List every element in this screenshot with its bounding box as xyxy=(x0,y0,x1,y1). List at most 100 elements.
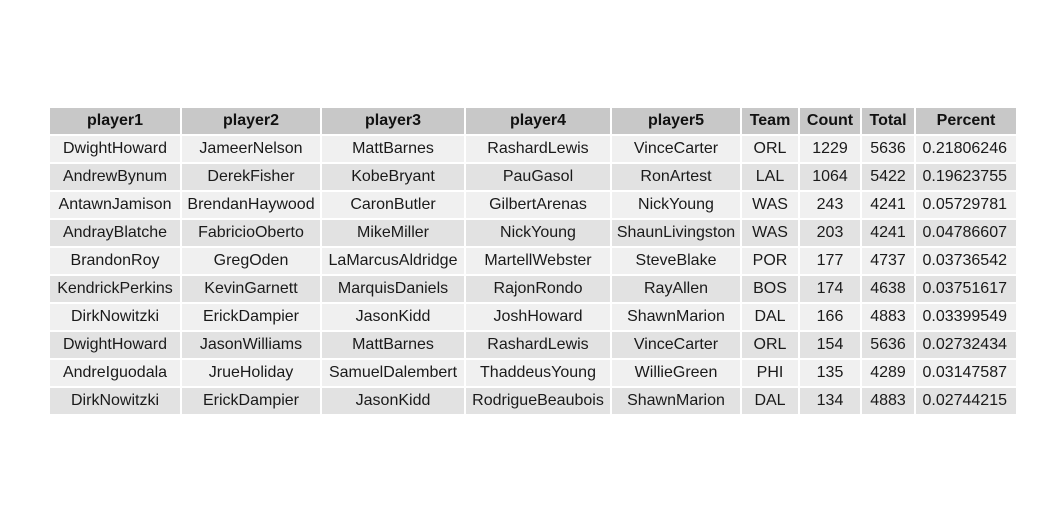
total-cell: 4289 xyxy=(862,360,914,386)
header-row: player1 player2 player3 player4 player5 … xyxy=(50,108,1016,134)
table-body: DwightHoward JameerNelson MattBarnes Rashar… xyxy=(50,136,1016,414)
total-cell: 4241 xyxy=(862,220,914,246)
player1-cell: AndrewBynum xyxy=(50,164,180,190)
player3-cell: MikeMiller xyxy=(322,220,464,246)
total-cell: 4883 xyxy=(862,304,914,330)
table-row: DirkNowitzki ErickDampier JasonKidd Rodrigu… xyxy=(50,388,1016,414)
team-cell: ORL xyxy=(742,332,798,358)
player2-cell: DerekFisher xyxy=(182,164,320,190)
player2-cell: GregOden xyxy=(182,248,320,274)
player1-cell: AndreIguodala xyxy=(50,360,180,386)
player5-cell: ShawnMarion xyxy=(612,304,740,330)
team-cell: LAL xyxy=(742,164,798,190)
player5-cell: NickYoung xyxy=(612,192,740,218)
team-cell: BOS xyxy=(742,276,798,302)
count-cell: 135 xyxy=(800,360,860,386)
player3-cell: JasonKidd xyxy=(322,304,464,330)
percent-cell: 0.04786607 xyxy=(916,220,1016,246)
count-cell: 134 xyxy=(800,388,860,414)
table-row: AndrayBlatche FabricioOberto MikeMiller Nic… xyxy=(50,220,1016,246)
table-row: DwightHoward JameerNelson MattBarnes Rashar… xyxy=(50,136,1016,162)
player4-cell: GilbertArenas xyxy=(466,192,610,218)
player5-cell: VinceCarter xyxy=(612,136,740,162)
player4-cell: RashardLewis xyxy=(466,136,610,162)
column-header-player1: player1 xyxy=(50,108,180,134)
count-cell: 154 xyxy=(800,332,860,358)
player5-cell: ShawnMarion xyxy=(612,388,740,414)
column-header-total: Total xyxy=(862,108,914,134)
player5-cell: RonArtest xyxy=(612,164,740,190)
table-row: AndreIguodala JrueHoliday SamuelDalembert T… xyxy=(50,360,1016,386)
player4-cell: MartellWebster xyxy=(466,248,610,274)
count-cell: 1064 xyxy=(800,164,860,190)
player1-cell: BrandonRoy xyxy=(50,248,180,274)
player4-cell: RodrigueBeaubois xyxy=(466,388,610,414)
total-cell: 5636 xyxy=(862,136,914,162)
column-header-player4: player4 xyxy=(466,108,610,134)
player5-cell: RayAllen xyxy=(612,276,740,302)
team-cell: WAS xyxy=(742,220,798,246)
column-header-player2: player2 xyxy=(182,108,320,134)
player1-cell: DwightHoward xyxy=(50,332,180,358)
percent-cell: 0.03147587 xyxy=(916,360,1016,386)
table-row: BrandonRoy GregOden LaMarcusAldridge Martel… xyxy=(50,248,1016,274)
total-cell: 5636 xyxy=(862,332,914,358)
player2-cell: BrendanHaywood xyxy=(182,192,320,218)
player2-cell: KevinGarnett xyxy=(182,276,320,302)
percent-cell: 0.03736542 xyxy=(916,248,1016,274)
team-cell: DAL xyxy=(742,388,798,414)
player1-cell: AntawnJamison xyxy=(50,192,180,218)
player2-cell: ErickDampier xyxy=(182,388,320,414)
player4-cell: ThaddeusYoung xyxy=(466,360,610,386)
table-row: AntawnJamison BrendanHaywood CaronButler Gi… xyxy=(50,192,1016,218)
team-cell: POR xyxy=(742,248,798,274)
count-cell: 243 xyxy=(800,192,860,218)
player1-cell: DirkNowitzki xyxy=(50,304,180,330)
player3-cell: SamuelDalembert xyxy=(322,360,464,386)
total-cell: 4241 xyxy=(862,192,914,218)
count-cell: 1229 xyxy=(800,136,860,162)
player2-cell: FabricioOberto xyxy=(182,220,320,246)
player1-cell: DwightHoward xyxy=(50,136,180,162)
player5-cell: VinceCarter xyxy=(612,332,740,358)
player3-cell: CaronButler xyxy=(322,192,464,218)
count-cell: 166 xyxy=(800,304,860,330)
player4-cell: NickYoung xyxy=(466,220,610,246)
percent-cell: 0.02732434 xyxy=(916,332,1016,358)
team-cell: WAS xyxy=(742,192,798,218)
count-cell: 174 xyxy=(800,276,860,302)
total-cell: 5422 xyxy=(862,164,914,190)
lineup-table: player1 player2 player3 player4 player5 … xyxy=(48,106,1018,416)
player5-cell: SteveBlake xyxy=(612,248,740,274)
team-cell: PHI xyxy=(742,360,798,386)
column-header-team: Team xyxy=(742,108,798,134)
player1-cell: AndrayBlatche xyxy=(50,220,180,246)
percent-cell: 0.03751617 xyxy=(916,276,1016,302)
table-row: KendrickPerkins KevinGarnett MarquisDaniel… xyxy=(50,276,1016,302)
table-row: DwightHoward JasonWilliams MattBarnes Rasha… xyxy=(50,332,1016,358)
count-cell: 177 xyxy=(800,248,860,274)
table-row: AndrewBynum DerekFisher KobeBryant PauGasol… xyxy=(50,164,1016,190)
team-cell: ORL xyxy=(742,136,798,162)
player2-cell: ErickDampier xyxy=(182,304,320,330)
player4-cell: RashardLewis xyxy=(466,332,610,358)
percent-cell: 0.19623755 xyxy=(916,164,1016,190)
player4-cell: PauGasol xyxy=(466,164,610,190)
percent-cell: 0.03399549 xyxy=(916,304,1016,330)
total-cell: 4883 xyxy=(862,388,914,414)
player2-cell: JasonWilliams xyxy=(182,332,320,358)
total-cell: 4737 xyxy=(862,248,914,274)
table-row: DirkNowitzki ErickDampier JasonKidd JoshHow… xyxy=(50,304,1016,330)
player2-cell: JrueHoliday xyxy=(182,360,320,386)
player4-cell: JoshHoward xyxy=(466,304,610,330)
player1-cell: KendrickPerkins xyxy=(50,276,180,302)
player4-cell: RajonRondo xyxy=(466,276,610,302)
player3-cell: LaMarcusAldridge xyxy=(322,248,464,274)
player3-cell: MarquisDaniels xyxy=(322,276,464,302)
column-header-count: Count xyxy=(800,108,860,134)
player5-cell: WillieGreen xyxy=(612,360,740,386)
column-header-player5: player5 xyxy=(612,108,740,134)
total-cell: 4638 xyxy=(862,276,914,302)
percent-cell: 0.21806246 xyxy=(916,136,1016,162)
player5-cell: ShaunLivingston xyxy=(612,220,740,246)
